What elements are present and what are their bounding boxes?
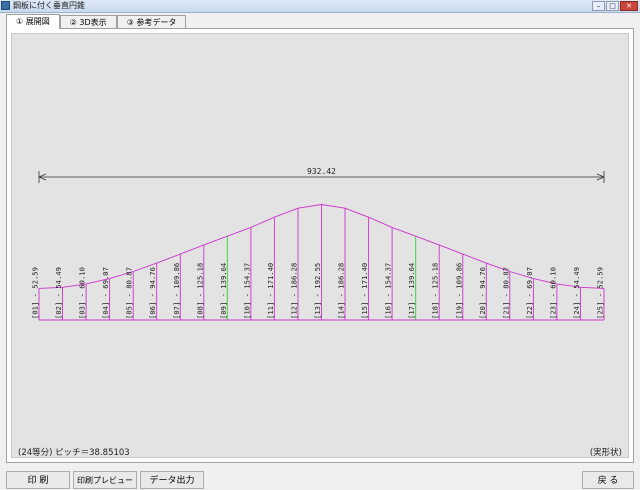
print-button[interactable]: 印 刷 (6, 471, 70, 489)
element-line-label: [24] - 54.49 (572, 267, 581, 319)
element-line-label: [18] - 125.18 (431, 263, 440, 319)
element-line-label: [12] - 186.28 (290, 263, 299, 319)
window-title: 鋼板に付く垂直円錐 (13, 1, 85, 10)
development-drawing: 932.42 [01] - 52.59 [02] - 54.49 [03] - 60.… (11, 33, 629, 458)
element-line-label: [09] - 139.64 (219, 263, 228, 319)
window-controls: – □ ✕ (592, 1, 638, 11)
element-line-label: [21] - 80.87 (501, 267, 510, 319)
app-icon (1, 1, 10, 10)
pitch-label: (24等分) ピッチ＝38.85103 (18, 448, 130, 458)
element-line-label: [25] - 52.59 (596, 267, 605, 319)
button-bar: 印 刷 印刷プレビュー データ出力 戻 る (0, 468, 640, 490)
element-line-label: [11] - 171.40 (266, 263, 275, 319)
element-line-label: [02] - 54.49 (54, 267, 63, 319)
element-line-label: [01] - 52.59 (31, 267, 40, 319)
tab-development[interactable]: ① 展開図 (6, 14, 60, 29)
element-line-label: [04] - 69.07 (101, 267, 110, 319)
element-line-label: [08] - 125.18 (195, 263, 204, 319)
tab-reference-data[interactable]: ③ 参考データ (116, 15, 187, 29)
development-svg: 932.42 [01] - 52.59 [02] - 54.49 [03] - 60.… (31, 167, 605, 321)
shape-label: (実形状) (589, 448, 622, 458)
element-line-label: [06] - 94.76 (148, 267, 157, 319)
element-line-label: [14] - 186.28 (337, 263, 346, 319)
maximize-icon[interactable]: □ (606, 1, 619, 11)
element-line-label: [03] - 60.10 (78, 267, 87, 319)
element-line-label: [22] - 69.07 (525, 267, 534, 319)
element-line-label: [17] - 139.64 (407, 263, 416, 319)
element-line-label: [23] - 60.10 (548, 267, 557, 319)
element-line-label: [15] - 171.40 (360, 263, 369, 319)
data-export-button[interactable]: データ出力 (140, 471, 204, 489)
element-line-label: [10] - 154.37 (242, 263, 251, 319)
minimize-icon[interactable]: – (592, 1, 605, 11)
element-line-label: [19] - 109.86 (454, 263, 463, 319)
tab-3d-view[interactable]: ② 3D表示 (59, 15, 117, 29)
total-width-label: 932.42 (307, 167, 336, 176)
element-line-label: [07] - 109.86 (172, 263, 181, 319)
print-preview-button[interactable]: 印刷プレビュー (73, 471, 137, 489)
element-line-label: [20] - 94.76 (478, 267, 487, 319)
title-bar: 鋼板に付く垂直円錐 – □ ✕ (0, 0, 640, 13)
element-line-label: [13] - 192.55 (313, 263, 322, 319)
tab-strip: ① 展開図 ② 3D表示 ③ 参考データ (6, 14, 187, 29)
element-line-label: [16] - 154.37 (384, 263, 393, 319)
back-button[interactable]: 戻 る (582, 471, 634, 489)
tab-panel: 932.42 [01] - 52.59 [02] - 54.49 [03] - 60.… (6, 28, 634, 463)
close-icon[interactable]: ✕ (620, 1, 638, 11)
element-line-label: [05] - 80.87 (125, 267, 134, 319)
